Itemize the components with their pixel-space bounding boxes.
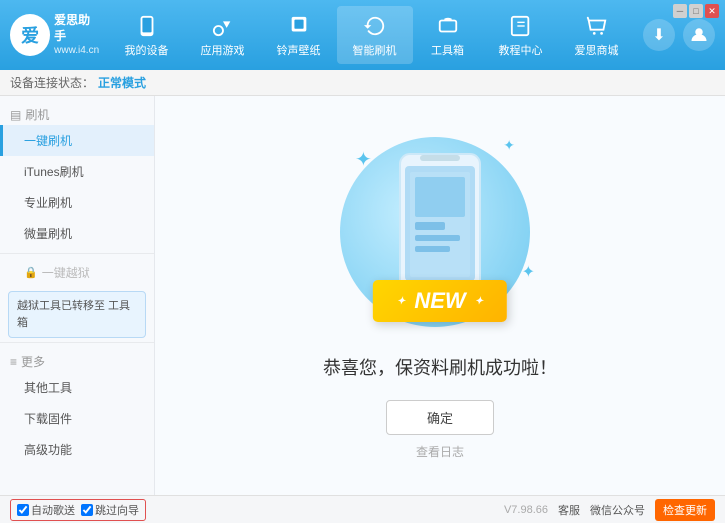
- nav-label-my-device: 我的设备: [125, 42, 169, 58]
- auto-start-text: 自动歌送: [31, 502, 75, 518]
- nav-label-apps-games: 应用游戏: [201, 42, 245, 58]
- logo-text: 爱思助手 www.i4.cn: [54, 13, 100, 57]
- top-navigation-bar: 爱 爱思助手 www.i4.cn 我的设备 应用游戏: [0, 0, 725, 70]
- more-section-label: 更多: [21, 353, 45, 370]
- nav-item-my-device[interactable]: 我的设备: [109, 6, 185, 64]
- customer-service-link[interactable]: 客服: [558, 502, 580, 518]
- sparkle-2: ✦: [503, 137, 515, 154]
- logo-icon: 爱: [10, 14, 50, 56]
- nav-item-toolbox[interactable]: 工具箱: [413, 6, 483, 64]
- sidebar-section-flash: ▤ 刷机: [0, 100, 154, 125]
- shop-icon: [583, 12, 611, 40]
- phone-icon: [133, 12, 161, 40]
- check-update-button[interactable]: 检查更新: [655, 499, 715, 521]
- jailbreak-section-label: 一键越狱: [42, 264, 90, 281]
- sparkle-1: ✦: [355, 147, 372, 172]
- sidebar-section-more: ≡ 更多: [0, 347, 154, 372]
- maximize-button[interactable]: □: [689, 4, 703, 18]
- auto-start-label[interactable]: 自动歌送: [17, 502, 75, 518]
- sidebar-item-download-firmware[interactable]: 下载固件: [0, 403, 154, 434]
- refresh-icon: [361, 12, 389, 40]
- nav-label-tutorial: 教程中心: [499, 42, 543, 58]
- success-message: 恭喜您，保资料刷机成功啦！: [323, 354, 557, 380]
- apps-icon: [209, 12, 237, 40]
- bottom-bar: 自动歌送 跳过向导 V7.98.66 客服 微信公众号 检查更新 📱 iPhon…: [0, 495, 725, 523]
- user-button[interactable]: [683, 19, 715, 51]
- skip-wizard-text: 跳过向导: [95, 502, 139, 518]
- skip-wizard-label[interactable]: 跳过向导: [81, 502, 139, 518]
- view-log-link[interactable]: 查看日志: [416, 443, 464, 460]
- nav-item-ringtones[interactable]: 铃声壁纸: [261, 6, 337, 64]
- sidebar: ▤ 刷机 一键刷机 iTunes刷机 专业刷机 微量刷机 🔒 一键越狱 越狱工具…: [0, 96, 155, 495]
- status-value: 正常模式: [98, 74, 146, 91]
- sidebar-item-other-tools[interactable]: 其他工具: [0, 372, 154, 403]
- nav-item-tutorial[interactable]: 教程中心: [483, 6, 559, 64]
- download-button[interactable]: ⬇: [643, 19, 675, 51]
- sidebar-divider-2: [0, 342, 154, 343]
- sidebar-divider-1: [0, 253, 154, 254]
- flash-section-icon: ▤: [10, 108, 21, 122]
- tools-icon: [434, 12, 462, 40]
- book-icon: [507, 12, 535, 40]
- status-bar: 设备连接状态： 正常模式: [0, 70, 725, 96]
- version-text: V7.98.66: [504, 504, 548, 516]
- more-section-icon: ≡: [10, 355, 17, 369]
- nav-label-ringtones: 铃声壁纸: [277, 42, 321, 58]
- auto-start-checkbox[interactable]: [17, 504, 29, 516]
- nav-item-apps-games[interactable]: 应用游戏: [185, 6, 261, 64]
- status-label: 设备连接状态：: [10, 74, 94, 91]
- nav-item-shop[interactable]: 爱思商城: [559, 6, 635, 64]
- jailbreak-info-text: 越狱工具已转移至 工具箱: [17, 300, 130, 329]
- nav-label-toolbox: 工具箱: [431, 42, 464, 58]
- sidebar-item-pro-flash[interactable]: 专业刷机: [0, 187, 154, 218]
- jailbreak-info-box: 越狱工具已转移至 工具箱: [8, 291, 146, 338]
- content-area: ✦ ✦ ✦: [155, 96, 725, 495]
- nav-label-smart-flash: 智能刷机: [353, 42, 397, 58]
- confirm-button[interactable]: 确定: [386, 400, 494, 435]
- top-right-actions: ⬇: [643, 19, 715, 51]
- bell-icon: [285, 12, 313, 40]
- new-badge: ✦ NEW ✦: [373, 280, 507, 322]
- bottom-top-row: 自动歌送 跳过向导 V7.98.66 客服 微信公众号 检查更新: [0, 496, 725, 523]
- nav-items: 我的设备 应用游戏 铃声壁纸 智能刷机: [100, 6, 643, 64]
- window-controls[interactable]: ─ □ ✕: [673, 4, 719, 18]
- lock-icon: 🔒: [24, 266, 38, 279]
- phone-illustration: ✦ ✦ ✦: [325, 132, 555, 342]
- sidebar-item-itunes-flash[interactable]: iTunes刷机: [0, 156, 154, 187]
- main-layout: ▤ 刷机 一键刷机 iTunes刷机 专业刷机 微量刷机 🔒 一键越狱 越狱工具…: [0, 96, 725, 495]
- minimize-button[interactable]: ─: [673, 4, 687, 18]
- sidebar-item-micro-flash[interactable]: 微量刷机: [0, 218, 154, 249]
- skip-wizard-checkbox[interactable]: [81, 504, 93, 516]
- logo-area: 爱 爱思助手 www.i4.cn: [10, 13, 100, 57]
- sidebar-item-one-key-flash[interactable]: 一键刷机: [0, 125, 154, 156]
- wechat-link[interactable]: 微信公众号: [590, 502, 645, 518]
- sparkle-3: ✦: [522, 262, 535, 282]
- checkbox-group: 自动歌送 跳过向导: [10, 499, 146, 521]
- flash-section-label: 刷机: [25, 106, 49, 123]
- sidebar-item-advanced[interactable]: 高级功能: [0, 434, 154, 465]
- nav-item-smart-flash[interactable]: 智能刷机: [337, 6, 413, 64]
- sidebar-section-jailbreak: 🔒 一键越狱: [0, 258, 154, 287]
- close-button[interactable]: ✕: [705, 4, 719, 18]
- nav-label-shop: 爱思商城: [575, 42, 619, 58]
